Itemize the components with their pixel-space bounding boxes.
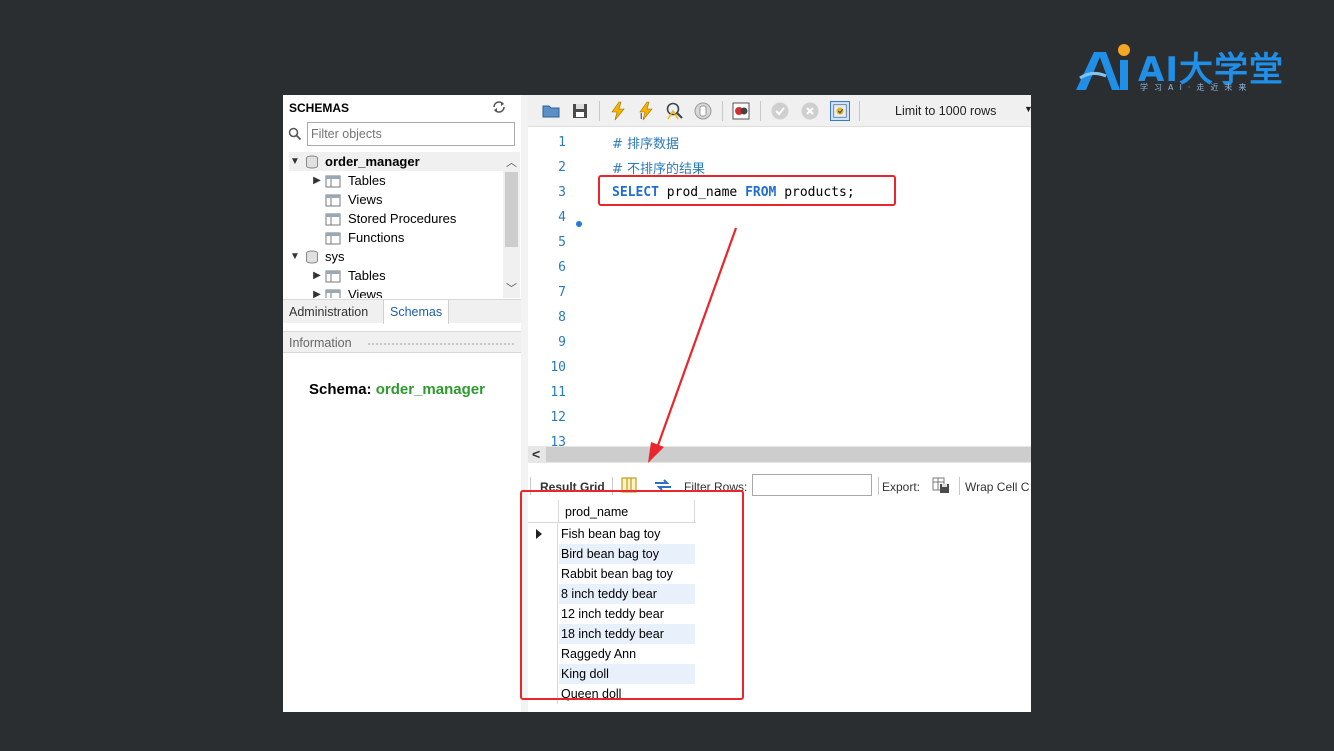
tree-item-label: sys [325,249,345,264]
tree-item-tables[interactable]: ▶ Tables [311,171,386,190]
editor-toolbar: I Limit to 1000 rows ▼ [528,95,1031,127]
logo-subtitle: 学习AI·走近未来 [1140,83,1253,92]
brand-logo: AI大学堂 学习AI·走近未来 [1072,40,1302,100]
line-number: 1 [558,135,566,150]
code-line-comment: # 排序数据 [612,137,680,152]
explain-icon[interactable] [664,101,684,121]
schema-tree: ▼ order_manager ▶ Tables Views Stored Pr… [283,152,503,298]
filter-rows-input[interactable] [752,474,872,496]
line-number: 4 [558,210,566,225]
collapsed-caret-icon[interactable]: ▶ [311,175,323,186]
line-number: 9 [558,335,566,350]
procedure-folder-icon [325,213,341,225]
header-grip [367,342,515,346]
commit-icon[interactable] [770,101,790,121]
schema-info: Schema: order_manager [309,381,485,398]
execute-icon[interactable] [608,101,628,121]
limit-rows-select[interactable]: Limit to 1000 rows [895,104,996,118]
scrollbar-thumb[interactable] [546,447,1031,462]
wrap-cell-label[interactable]: Wrap Cell C [965,480,1029,494]
refresh-icon[interactable] [492,100,506,114]
database-icon [306,250,318,263]
toolbar-separator [760,101,761,121]
view-folder-icon [325,289,341,298]
toolbar-separator [878,477,879,495]
tree-item-stored-procedures[interactable]: Stored Procedures [323,209,456,228]
toolbar-separator [959,477,960,495]
table-folder-icon [325,270,341,282]
toolbar-separator [722,101,723,121]
toolbar-separator [599,101,600,121]
line-number: 8 [558,310,566,325]
logo-mark-icon [1076,44,1130,90]
tree-item-label: order_manager [325,154,420,169]
scrollbar-thumb[interactable] [505,172,518,247]
tree-item-functions[interactable]: Functions [323,228,404,247]
highlight-box-results [520,490,744,700]
scroll-down-icon[interactable]: ﹀ [506,280,517,296]
highlight-box-query [598,175,896,206]
tree-item-label: Views [348,192,383,207]
table-folder-icon [325,175,341,187]
expanded-caret-icon[interactable]: ▼ [289,251,301,262]
scroll-up-icon[interactable]: ︿ [506,154,517,170]
scroll-left-icon[interactable]: < [532,446,540,462]
line-number: 3 [558,185,566,200]
tree-item-label: Tables [348,173,386,188]
tree-item-views[interactable]: Views [323,190,382,209]
autocommit-icon[interactable] [830,101,850,121]
tree-item-label: Views [348,287,383,298]
filter-row [287,122,515,146]
tab-administration[interactable]: Administration [283,300,374,324]
collapsed-caret-icon[interactable]: ▶ [311,289,323,298]
tree-item-order-manager[interactable]: ▼ order_manager [289,152,503,171]
navigator-tabs: Administration Schemas [283,299,521,324]
editor-hscrollbar[interactable]: < [528,446,1031,463]
line-number: 10 [550,360,566,375]
schema-label: Schema: [309,381,372,398]
collapsed-caret-icon[interactable]: ▶ [311,270,323,281]
stop-icon[interactable] [693,101,713,121]
tree-item-sys-tables[interactable]: ▶ Tables [311,266,386,285]
tab-schemas[interactable]: Schemas [383,300,450,324]
schema-value: order_manager [375,381,485,398]
filter-objects-input[interactable] [307,122,515,146]
toolbar-separator [859,101,860,121]
line-number: 5 [558,235,566,250]
tree-item-label: Tables [348,268,386,283]
line-number: 11 [550,385,566,400]
execute-current-icon[interactable]: I [636,101,656,121]
tree-item-sys-views[interactable]: ▶ Views [311,285,382,298]
navigator-panel: SCHEMAS ▼ order_manager ▶ Tables [283,95,521,712]
tree-item-label: Functions [348,230,405,245]
toggle-errors-icon[interactable] [731,101,751,121]
view-folder-icon [325,194,341,206]
dropdown-arrow-icon[interactable]: ▼ [1024,104,1031,114]
line-number: 12 [550,410,566,425]
line-number: 7 [558,285,566,300]
function-folder-icon [325,232,341,244]
navigator-title: SCHEMAS [289,101,350,115]
open-folder-icon[interactable] [541,101,561,121]
export-label: Export: [882,480,921,494]
tree-scrollbar[interactable]: ︿ ﹀ [503,152,520,298]
tree-item-sys[interactable]: ▼ sys [289,247,345,266]
svg-text:I: I [640,112,642,121]
information-header: Information [283,331,521,353]
export-icon[interactable] [931,475,951,495]
tree-item-label: Stored Procedures [348,211,457,226]
save-icon[interactable] [570,101,590,121]
statement-marker-icon [576,221,582,227]
line-number: 2 [558,160,566,175]
database-icon [306,155,318,168]
information-title: Information [289,336,352,350]
rollback-icon[interactable] [800,101,820,121]
search-icon [288,127,302,141]
line-number: 6 [558,260,566,275]
expanded-caret-icon[interactable]: ▼ [289,156,301,167]
